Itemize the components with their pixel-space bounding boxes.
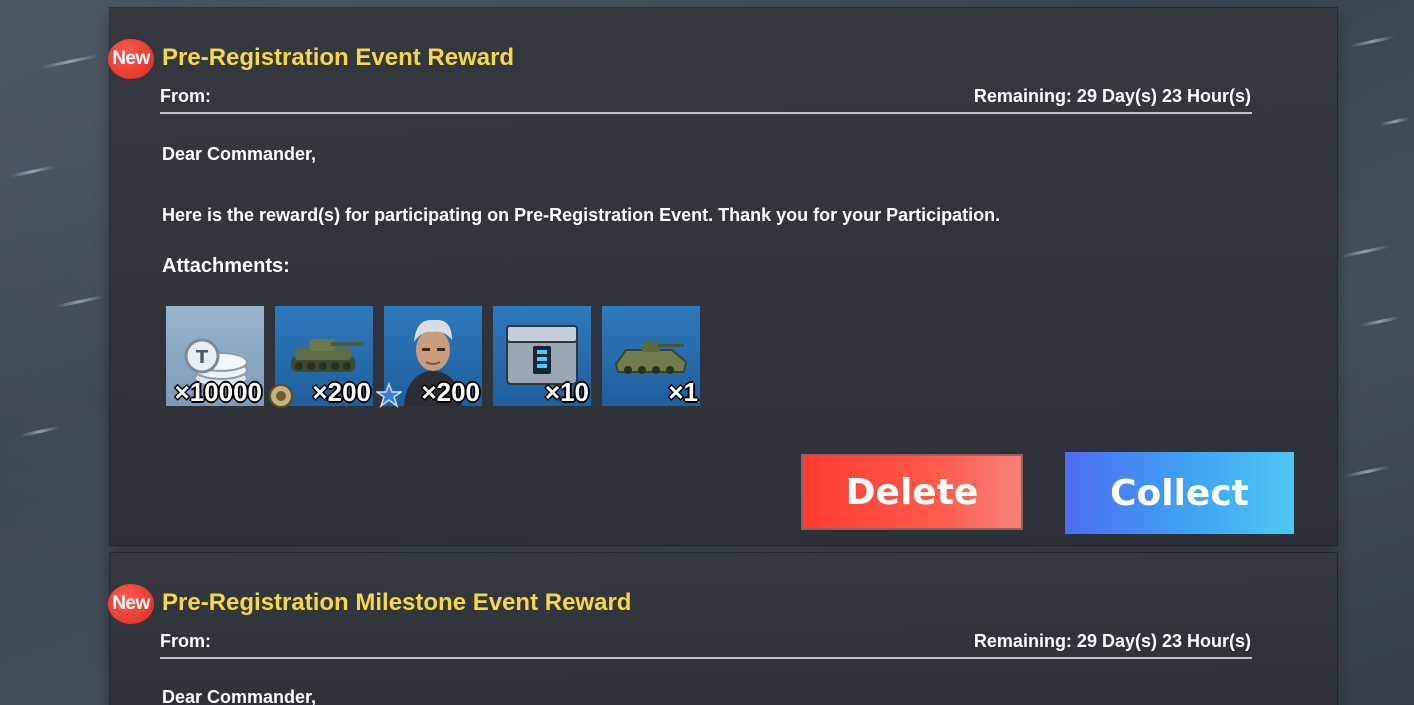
attachment-quantity: ×200 [312,377,371,407]
remaining-time: Remaining: 29 Day(s) 23 Hour(s) [973,86,1251,106]
new-badge: New [108,39,154,79]
attachment-item[interactable]: ×200 [269,306,373,408]
attachment-item[interactable]: ×1 [602,306,700,407]
greeting-text: Dear Commander, [162,144,317,164]
collect-button[interactable]: Collect [1065,452,1294,534]
greeting-text: Dear Commander, [162,687,317,705]
from-label: From: [160,631,211,651]
attachment-item[interactable]: ×200 [376,306,482,408]
new-badge: New [108,584,154,624]
star-icon [376,382,402,408]
svg-text:T: T [196,347,209,368]
mail-card: New Pre-Registration Milestone Event Rew… [108,553,1337,705]
gear-icon [269,384,293,408]
divider [160,112,1252,114]
from-label: From: [160,86,211,106]
attachment-quantity: ×10000 [174,377,262,407]
attachment-quantity: ×200 [421,377,480,407]
mail-title: Pre-Registration Event Reward [162,44,515,71]
mail-title: Pre-Registration Milestone Event Reward [162,589,632,616]
message-text: Here is the reward(s) for participating … [162,205,1001,225]
mail-card: New Pre-Registration Event Reward From: … [108,8,1337,545]
attachment-item[interactable]: T ×10000 [166,306,264,407]
attachment-item[interactable]: ×10 [493,306,591,407]
delete-button[interactable]: Delete [803,456,1021,528]
divider [160,657,1252,659]
attachments-label: Attachments: [162,255,290,277]
attachment-quantity: ×10 [544,377,589,407]
remaining-time: Remaining: 29 Day(s) 23 Hour(s) [973,631,1251,651]
attachment-quantity: ×1 [668,377,698,407]
